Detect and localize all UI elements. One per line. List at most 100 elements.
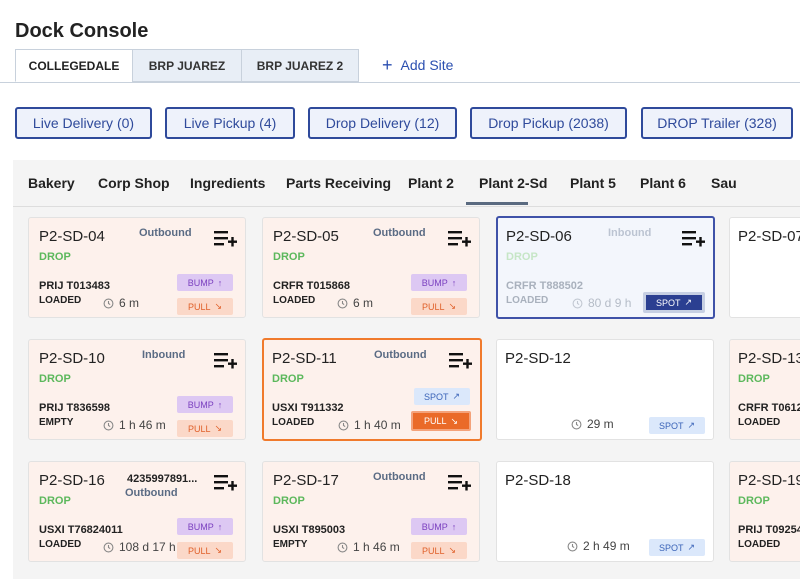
dock-id: P2-SD-19 bbox=[738, 472, 800, 489]
spot-button[interactable]: SPOT ↗ bbox=[649, 417, 705, 434]
direction-label: Inbound bbox=[608, 227, 652, 239]
trailer-id: USXI T911332 bbox=[272, 402, 344, 414]
dock-card-p2-sd-18[interactable]: P2-SD-18 2 h 49 m SPOT ↗ bbox=[496, 461, 714, 562]
trailer-id: CRFR T015868 bbox=[273, 280, 351, 292]
add-to-queue-icon[interactable] bbox=[213, 350, 237, 372]
site-tabs: COLLEGEDALE BRP JUAREZ BRP JUAREZ 2 bbox=[15, 49, 359, 83]
add-to-queue-icon[interactable] bbox=[681, 228, 705, 250]
dwell-timer: 2 h 49 m bbox=[567, 539, 630, 553]
bump-label: BUMP bbox=[187, 521, 214, 532]
spot-button[interactable]: SPOT ↗ bbox=[643, 292, 705, 313]
dock-card-p2-sd-19[interactable]: P2-SD-19 DROP PRIJ T09254 LOADED bbox=[729, 461, 800, 562]
timer-icon bbox=[103, 298, 114, 308]
load-status: LOADED bbox=[506, 295, 549, 306]
timer-icon bbox=[572, 298, 583, 308]
filter-live-pickup[interactable]: Live Pickup (4) bbox=[165, 107, 295, 139]
dock-card-p2-sd-06[interactable]: P2-SD-06 Inbound DROP CRFR T888502 LOADE… bbox=[496, 216, 715, 319]
pull-label: PULL bbox=[421, 545, 445, 556]
pull-label: PULL bbox=[187, 545, 211, 556]
load-status: LOADED bbox=[738, 417, 781, 428]
bump-button[interactable]: BUMP ↑ bbox=[411, 518, 467, 535]
timer-icon bbox=[338, 420, 349, 430]
tab-sau[interactable]: Sau bbox=[711, 175, 737, 191]
bump-label: BUMP bbox=[187, 277, 214, 288]
arrow-diagonal-icon: ↘ bbox=[448, 301, 457, 311]
dock-card-p2-sd-05[interactable]: P2-SD-05 Outbound DROP CRFR T015868 LOAD… bbox=[262, 217, 480, 318]
dwell-timer: 80 d 9 h bbox=[572, 296, 631, 310]
add-to-queue-icon[interactable] bbox=[447, 472, 471, 494]
filter-drop-delivery[interactable]: Drop Delivery (12) bbox=[308, 107, 457, 139]
pull-button[interactable]: PULL ↘ bbox=[411, 411, 471, 431]
dwell-time: 1 h 40 m bbox=[354, 418, 401, 432]
arrow-up-icon: ↑ bbox=[217, 521, 223, 532]
trailer-id: USXI T895003 bbox=[273, 524, 346, 536]
direction-label: Outbound bbox=[374, 349, 427, 361]
dock-card-p2-sd-10[interactable]: P2-SD-10 Inbound DROP PRIJ T836598 EMPTY… bbox=[28, 339, 246, 440]
tab-brp-juarez-2[interactable]: BRP JUAREZ 2 bbox=[241, 49, 359, 82]
dwell-time: 108 d 17 h bbox=[119, 540, 176, 554]
pull-button[interactable]: PULL ↘ bbox=[411, 542, 467, 559]
dwell-timer: 108 d 17 h bbox=[103, 540, 176, 554]
bump-button[interactable]: BUMP ↑ bbox=[177, 396, 233, 413]
dock-id: P2-SD-17 bbox=[273, 472, 339, 489]
arrow-diagonal-icon: ↘ bbox=[448, 545, 457, 555]
dock-card-p2-sd-11[interactable]: P2-SD-11 Outbound DROP USXI T911332 LOAD… bbox=[262, 338, 482, 441]
tab-ingredients[interactable]: Ingredients bbox=[190, 175, 265, 191]
arrow-up-icon: ↑ bbox=[217, 399, 223, 410]
dock-card-p2-sd-17[interactable]: P2-SD-17 Outbound DROP USXI T895003 EMPT… bbox=[262, 461, 480, 562]
tab-corp-shop[interactable]: Corp Shop bbox=[98, 175, 170, 191]
dwell-timer: 29 m bbox=[571, 417, 614, 431]
spot-button[interactable]: SPOT ↗ bbox=[649, 539, 705, 556]
dock-card-p2-sd-16[interactable]: P2-SD-16 4235997891... Outbound DROP USX… bbox=[28, 461, 246, 562]
tab-bakery[interactable]: Bakery bbox=[28, 175, 75, 191]
dwell-time: 6 m bbox=[353, 296, 374, 310]
pull-button[interactable]: PULL ↘ bbox=[177, 420, 233, 437]
tab-parts-receiving[interactable]: Parts Receiving bbox=[286, 175, 391, 191]
arrow-diagonal-icon: ↗ bbox=[684, 297, 693, 307]
pull-button[interactable]: PULL ↘ bbox=[177, 298, 233, 315]
dock-id: P2-SD-18 bbox=[505, 472, 571, 489]
dock-card-p2-sd-12[interactable]: P2-SD-12 29 m SPOT ↗ bbox=[496, 339, 714, 440]
load-status: LOADED bbox=[39, 539, 82, 550]
tab-collegedale[interactable]: COLLEGEDALE bbox=[15, 49, 133, 82]
add-site-button[interactable]: + Add Site bbox=[382, 56, 453, 74]
arrow-diagonal-icon: ↗ bbox=[452, 391, 461, 401]
add-to-queue-icon[interactable] bbox=[213, 472, 237, 494]
add-to-queue-icon[interactable] bbox=[447, 228, 471, 250]
dwell-time: 2 h 49 m bbox=[583, 539, 630, 553]
dock-id: P2-SD-10 bbox=[39, 350, 105, 367]
bump-button[interactable]: BUMP ↑ bbox=[411, 274, 467, 291]
bump-button[interactable]: BUMP ↑ bbox=[177, 274, 233, 291]
tab-plant-2-sd[interactable]: Plant 2-Sd bbox=[479, 175, 547, 191]
tab-plant-5[interactable]: Plant 5 bbox=[570, 175, 616, 191]
dock-card-p2-sd-04[interactable]: P2-SD-04 Outbound DROP PRIJ T013483 LOAD… bbox=[28, 217, 246, 318]
tab-plant-2[interactable]: Plant 2 bbox=[408, 175, 454, 191]
filter-live-delivery[interactable]: Live Delivery (0) bbox=[15, 107, 152, 139]
dwell-timer: 1 h 46 m bbox=[337, 540, 400, 554]
reference-number: 4235997891... bbox=[127, 473, 198, 485]
bump-button[interactable]: BUMP ↑ bbox=[177, 518, 233, 535]
add-to-queue-icon[interactable] bbox=[213, 228, 237, 250]
load-status: EMPTY bbox=[273, 539, 308, 550]
pull-button[interactable]: PULL ↘ bbox=[411, 298, 467, 315]
tabs-divider bbox=[0, 82, 800, 83]
spot-label: SPOT bbox=[423, 391, 449, 402]
filter-drop-pickup[interactable]: Drop Pickup (2038) bbox=[470, 107, 627, 139]
arrow-diagonal-icon: ↘ bbox=[214, 423, 223, 433]
dock-card-p2-sd-07[interactable]: P2-SD-07 bbox=[729, 217, 800, 318]
dwell-timer: 1 h 46 m bbox=[103, 418, 166, 432]
trailer-id: CRFR T888502 bbox=[506, 280, 584, 292]
dock-card-p2-sd-13[interactable]: P2-SD-13 DROP CRFR T0612 LOADED bbox=[729, 339, 800, 440]
timer-icon bbox=[337, 298, 348, 308]
tab-plant-6[interactable]: Plant 6 bbox=[640, 175, 686, 191]
spot-label: SPOT bbox=[655, 297, 681, 308]
arrow-diagonal-icon: ↘ bbox=[214, 301, 223, 311]
tab-brp-juarez[interactable]: BRP JUAREZ bbox=[132, 49, 242, 82]
add-to-queue-icon[interactable] bbox=[448, 350, 472, 372]
load-status: LOADED bbox=[738, 539, 781, 550]
pull-button[interactable]: PULL ↘ bbox=[177, 542, 233, 559]
filter-drop-trailer[interactable]: DROP Trailer (328) bbox=[641, 107, 793, 139]
type-label: DROP bbox=[39, 373, 71, 385]
spot-button[interactable]: SPOT ↗ bbox=[414, 388, 470, 405]
page-title: Dock Console bbox=[15, 20, 149, 42]
